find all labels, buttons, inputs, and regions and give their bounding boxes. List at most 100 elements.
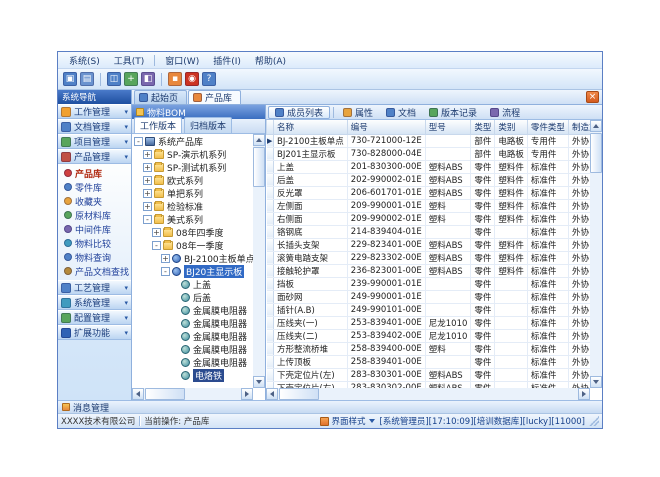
tree-node[interactable]: +SP-演示机系列 [132,148,253,161]
expand-icon[interactable]: + [143,189,152,198]
exit-icon[interactable]: ◉ [185,72,199,86]
ui-style-button[interactable]: 界面样式 [332,415,366,427]
nav-group-doc-mgmt[interactable]: 文档管理▾ [58,119,131,134]
table-row[interactable]: 面砂网249-990001-01E零件标准件外协条 [267,290,591,303]
tab-start-page[interactable]: 起始页 [134,90,187,104]
tree-node[interactable]: +欧式系列 [132,174,253,187]
table-row[interactable]: 接触轮护罩236-823001-00E塑料ABS零件塑料件标准件外协条 [267,264,591,277]
column-header[interactable]: 型号 [425,120,471,134]
tree-node[interactable]: -08年一季度 [132,239,253,252]
tree-node[interactable]: 金属膜电阻器 [132,330,253,343]
expand-icon[interactable]: + [152,228,161,237]
nav-group-project-mgmt[interactable]: 项目管理▾ [58,134,131,149]
nav-group-config-mgmt[interactable]: 配置管理▾ [58,310,131,325]
nav-group-system-mgmt[interactable]: 系统管理▾ [58,295,131,310]
tree-node[interactable]: +检验标准 [132,200,253,213]
table-row[interactable]: 挡板239-990001-01E零件标准件外协条 [267,277,591,290]
scrollbar-thumb[interactable] [145,388,185,400]
table-row[interactable]: 方形整流桥堆258-839400-00E塑料零件标准件外协条 [267,342,591,355]
tree-node[interactable]: -系统产品库 [132,135,253,148]
menu-item-tools[interactable]: 工具(T) [107,52,152,69]
resize-grip[interactable] [589,416,599,426]
bom-tree-horizontal-scrollbar[interactable] [132,388,253,400]
nav-group-product-mgmt[interactable]: 产品管理▾ [58,149,131,164]
table-row[interactable]: 滚簧电踏支架229-823302-00E塑料ABS零件塑料件标准件外协条 [267,251,591,264]
table-row[interactable]: 长插头支架229-823401-00E塑料ABS零件塑料件标准件外协条 [267,238,591,251]
scrollbar-thumb[interactable] [590,133,602,173]
plugin-icon[interactable]: + [124,72,138,86]
tree-node[interactable]: +08年四季度 [132,226,253,239]
table-row[interactable]: 插针(A.B)249-990101-00E零件标准件外协条 [267,303,591,316]
tree-node[interactable]: 金属膜电阻器 [132,343,253,356]
system-icon[interactable]: ▣ [63,72,77,86]
scroll-up-icon[interactable] [590,120,602,132]
table-row[interactable]: 上传顶板258-839401-00E零件标准件外协条 [267,355,591,368]
nav-item-favorites[interactable]: 收藏夹 [58,194,131,208]
column-header[interactable] [267,120,274,134]
tree-node[interactable]: +BJ-2100主板单点 [132,252,253,265]
tree-node[interactable]: 上盖 [132,278,253,291]
table-row[interactable]: 压线夹(二)253-839402-00E尼龙1010零件标准件外协条 [267,329,591,342]
tree-node[interactable]: +SP-测试机系列 [132,161,253,174]
nav-item-product-doc-search[interactable]: 产品文档查找 [58,264,131,278]
nav-group-process-mgmt[interactable]: 工艺管理▾ [58,280,131,295]
scroll-left-icon[interactable] [132,388,144,400]
tree-node[interactable]: +单把系列 [132,187,253,200]
nav-item-middleware-lib[interactable]: 中间件库 [58,222,131,236]
window-manager-icon[interactable]: ◫ [107,72,121,86]
collapse-icon[interactable]: - [161,267,170,276]
scroll-up-icon[interactable] [253,134,265,146]
table-row[interactable]: 后盖202-990002-01E塑料ABS零件塑料件标准件外协条 [267,173,591,186]
scroll-down-icon[interactable] [590,376,602,388]
table-row[interactable]: 压线夹(一)253-839401-00E尼龙1010零件标准件外协条 [267,316,591,329]
collapse-icon[interactable]: - [134,137,143,146]
tree-node[interactable]: 电烙铁 [132,369,253,382]
table-row[interactable]: 铬钢底214-839404-01E零件标准件外协条 [267,225,591,238]
tab-product-lib[interactable]: 产品库 [188,90,241,104]
table-row[interactable]: BJ201主显示板730-828000-04E部件电路板专用件外协颗 [267,147,591,160]
column-header[interactable]: 编号 [347,120,425,134]
table-row[interactable]: 右侧面209-990002-01E塑料零件塑料件标准件外协条 [267,212,591,225]
expand-icon[interactable]: + [143,150,152,159]
expand-icon[interactable]: + [143,163,152,172]
grid-horizontal-scrollbar[interactable] [266,388,590,400]
nav-item-part-lib[interactable]: 零件库 [58,180,131,194]
column-header[interactable]: 类别 [495,120,528,134]
nav-item-product-lib[interactable]: 产品库 [58,166,131,180]
expand-icon[interactable]: + [143,176,152,185]
tree-node[interactable]: 金属膜电阻器 [132,356,253,369]
message-panel-bar[interactable]: 消息管理 [58,400,602,413]
table-row[interactable]: 左侧面209-990001-01E塑料零件塑料件标准件外协条 [267,199,591,212]
expand-icon[interactable]: + [161,254,170,263]
close-icon[interactable]: × [586,91,599,103]
tree-node[interactable]: -BJ20主显示板 [132,265,253,278]
table-row[interactable]: 上盖201-830300-00E塑料ABS零件塑料件标准件外协条 [267,160,591,173]
expand-icon[interactable]: + [143,202,152,211]
column-header[interactable]: 名称 [274,120,348,134]
bom-tree-vertical-scrollbar[interactable] [253,134,265,388]
scrollbar-thumb[interactable] [253,147,265,187]
menu-item-help[interactable]: 帮助(A) [248,52,293,69]
column-header[interactable]: 零件类型 [527,120,568,134]
scroll-left-icon[interactable] [266,388,278,400]
detail-tab-workflow[interactable]: 流程 [484,106,526,119]
tree-node[interactable]: 后盖 [132,291,253,304]
grid-vertical-scrollbar[interactable] [590,120,602,388]
nav-item-material-compare[interactable]: 物料比较 [58,236,131,250]
scrollbar-thumb[interactable] [279,388,319,400]
detail-tab-version-history[interactable]: 版本记录 [423,106,483,119]
chevron-down-icon[interactable] [369,419,375,423]
menu-item-system[interactable]: 系统(S) [62,52,107,69]
column-header[interactable]: 制造方式 [568,120,590,134]
detail-tab-member-list[interactable]: 成员列表 [268,106,330,119]
style-icon[interactable]: ◧ [141,72,155,86]
tree-node[interactable]: 金属膜电阻器 [132,304,253,317]
table-row[interactable]: ▶BJ-2100主板单点730-721000-12E部件电路板专用件外协颗 [267,134,591,147]
column-header[interactable]: 类型 [471,120,495,134]
bom-tab-archived-version[interactable]: 归档版本 [184,117,232,133]
menu-item-window[interactable]: 窗口(W) [158,52,206,69]
scroll-down-icon[interactable] [253,376,265,388]
table-row[interactable]: 下壳定位片(左)283-830301-00E塑料ABS零件标准件外协条 [267,368,591,381]
help-icon[interactable]: ? [202,72,216,86]
nav-group-extensions[interactable]: 扩展功能▾ [58,325,131,340]
